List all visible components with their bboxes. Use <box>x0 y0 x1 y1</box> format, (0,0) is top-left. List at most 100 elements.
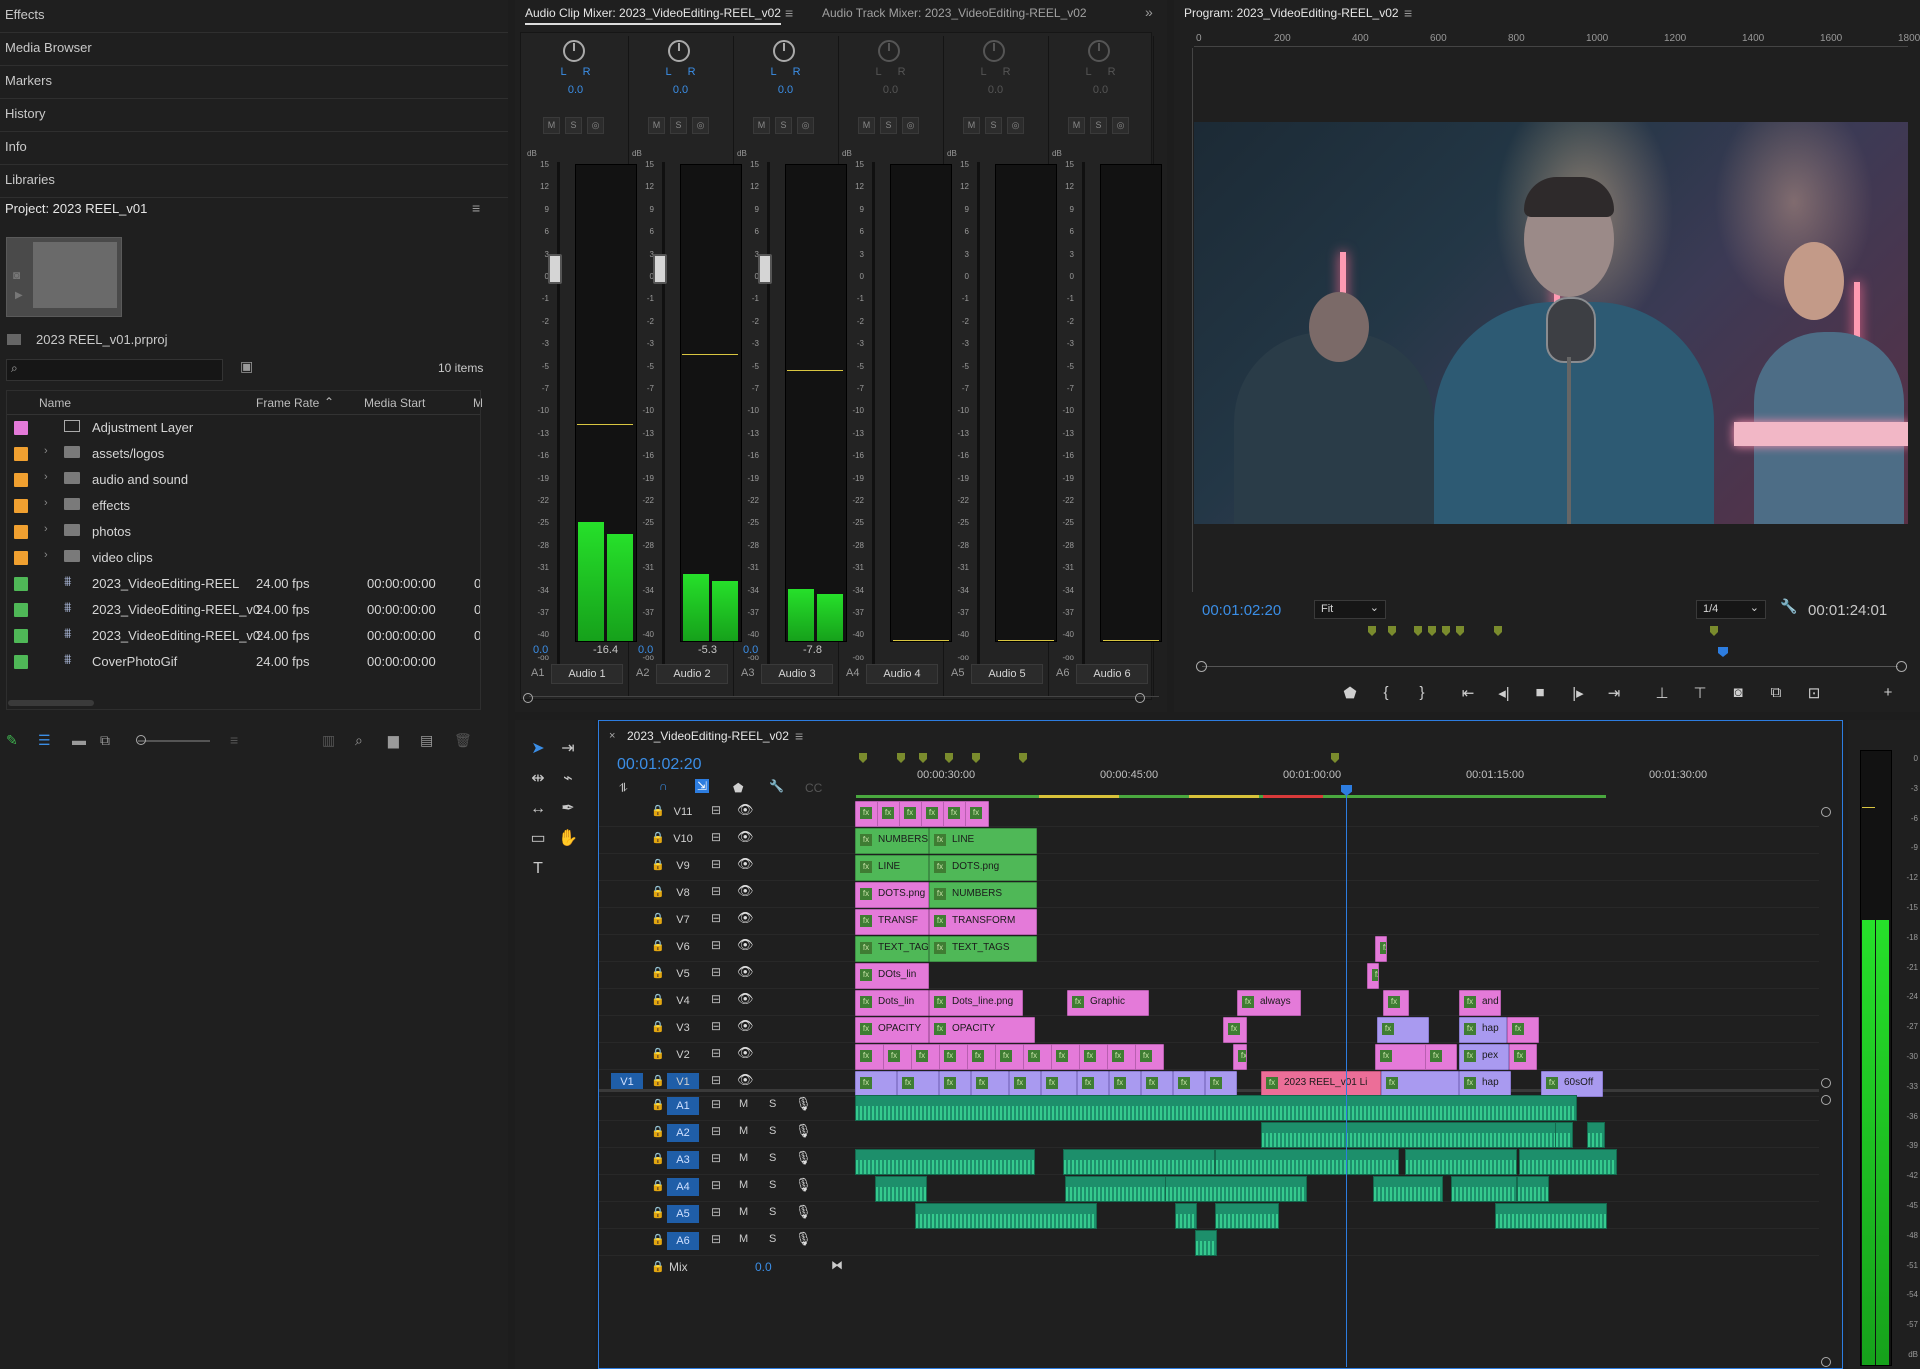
video-clip[interactable]: fx DOTS.png <box>855 882 929 908</box>
solo-track-button[interactable]: S <box>769 1233 776 1245</box>
video-clip[interactable]: fx hap <box>1459 1017 1507 1043</box>
channel-volume-value[interactable]: 0.0 <box>638 644 653 656</box>
solo-track-button[interactable]: S <box>769 1125 776 1137</box>
sequence-marker-icon[interactable] <box>1331 753 1339 763</box>
captions-icon[interactable]: CC <box>805 781 822 795</box>
fader-track[interactable] <box>767 162 770 678</box>
panel-menu-icon[interactable]: ≡ <box>785 5 793 21</box>
video-clip[interactable]: fx <box>1375 936 1387 962</box>
video-clip[interactable]: fx <box>1381 1071 1459 1097</box>
video-clip[interactable]: fx TRANSF <box>855 909 929 935</box>
mix-value[interactable]: 0.0 <box>755 1260 772 1274</box>
audio-clip[interactable] <box>1555 1122 1573 1148</box>
panel-menu-icon[interactable]: ≡ <box>1404 5 1412 21</box>
go-to-out-icon[interactable]: ⇥ <box>1600 684 1628 702</box>
pan-value[interactable]: 0.0 <box>1048 84 1153 96</box>
eye-icon[interactable]: 👁 <box>737 1045 754 1061</box>
audio-clip[interactable] <box>1451 1176 1517 1202</box>
track-label[interactable]: A2 <box>667 1124 699 1142</box>
mark-out-icon[interactable]: } <box>1408 684 1436 701</box>
find-icon[interactable]: ⌕ <box>355 732 363 749</box>
video-clip[interactable]: fx <box>1375 1044 1427 1070</box>
lock-icon[interactable]: 🔒 <box>651 966 665 979</box>
panel-tab-libraries[interactable]: Libraries <box>0 165 508 198</box>
video-clip[interactable]: fx Dots_lin <box>855 990 929 1016</box>
video-clip[interactable]: fx TEXT_TAGS <box>929 936 1037 962</box>
channel-volume-value[interactable]: 0.0 <box>743 644 758 656</box>
video-clip[interactable]: fx <box>855 1071 897 1097</box>
marker-icon[interactable] <box>1442 626 1450 636</box>
track-label[interactable]: A1 <box>667 1097 699 1115</box>
track-label[interactable]: V7 <box>667 911 699 929</box>
add-marker-icon[interactable]: ⬟ <box>1336 684 1364 702</box>
lock-icon[interactable]: 🔒 <box>651 1206 665 1219</box>
col-truncated[interactable]: M <box>473 396 483 410</box>
video-clip[interactable]: fx <box>1135 1044 1164 1070</box>
overflow-chevron-icon[interactable]: » <box>1145 4 1153 20</box>
sequence-marker-icon[interactable] <box>897 753 905 763</box>
stop-icon[interactable]: ■ <box>1526 684 1554 701</box>
sequence-tab[interactable]: 2023_VideoEditing-REEL_v02 <box>627 729 789 743</box>
video-clip[interactable]: fx <box>1023 1044 1052 1070</box>
new-item-icon[interactable]: ▤ <box>420 732 433 749</box>
sync-lock-icon[interactable]: ⊟ <box>711 911 721 925</box>
panel-tab-markers[interactable]: Markers <box>0 66 508 99</box>
list-item[interactable]: Adjustment Layer <box>6 415 481 441</box>
video-clip[interactable]: fx LINE <box>929 828 1037 854</box>
video-clip[interactable]: fx <box>1173 1071 1205 1097</box>
track-label[interactable]: A4 <box>667 1178 699 1196</box>
video-clip[interactable]: fx <box>855 801 879 827</box>
track-label[interactable]: V8 <box>667 884 699 902</box>
audio-clip[interactable] <box>1517 1176 1549 1202</box>
keyframe-button[interactable]: ◎ <box>902 117 919 134</box>
lock-icon[interactable]: 🔒 <box>651 1260 665 1273</box>
solo-button[interactable]: S <box>775 117 792 134</box>
mixer-scrollbar[interactable] <box>529 696 1159 703</box>
audio-clip[interactable] <box>1587 1122 1605 1148</box>
fader-track[interactable] <box>557 162 560 678</box>
solo-button[interactable]: S <box>565 117 582 134</box>
video-clip[interactable]: fx <box>1377 1017 1429 1043</box>
pan-knob-icon[interactable] <box>668 40 690 62</box>
marker-icon[interactable] <box>1368 626 1376 636</box>
video-clip[interactable]: fx <box>1009 1071 1041 1097</box>
video-clip[interactable]: fx <box>1425 1044 1457 1070</box>
panel-tab-info[interactable]: Info <box>0 132 508 165</box>
eye-icon[interactable]: 👁 <box>737 1018 754 1034</box>
track-label[interactable]: V2 <box>667 1046 699 1064</box>
eye-icon[interactable]: 👁 <box>737 829 754 845</box>
list-item[interactable]: › audio and sound <box>6 467 481 493</box>
sync-lock-icon[interactable]: ⊟ <box>711 830 721 844</box>
audio-clip[interactable] <box>1215 1203 1279 1229</box>
list-item[interactable]: ⩩ 2023_VideoEditing-REEL_v0 24.00 fps 00… <box>6 597 481 623</box>
track-label[interactable]: A5 <box>667 1205 699 1223</box>
scrubber-start-handle[interactable] <box>1196 661 1207 672</box>
video-scroll-handle[interactable] <box>1821 807 1831 817</box>
video-clip[interactable]: fx and <box>1459 990 1501 1016</box>
keyframe-button[interactable]: ◎ <box>797 117 814 134</box>
video-clip[interactable]: fx <box>911 1044 940 1070</box>
track-label[interactable]: V6 <box>667 938 699 956</box>
mute-track-button[interactable]: M <box>739 1233 748 1245</box>
video-clip[interactable]: fx always <box>1237 990 1301 1016</box>
mute-track-button[interactable]: M <box>739 1125 748 1137</box>
video-clip[interactable]: fx <box>921 801 945 827</box>
mute-button[interactable]: M <box>963 117 980 134</box>
microphone-icon[interactable]: 🎙 <box>795 1204 812 1220</box>
video-track-header[interactable]: 🔒 V9 ⊟ 👁 <box>599 853 1819 881</box>
selection-tool-icon[interactable]: ➤ <box>525 736 551 762</box>
track-label[interactable]: V5 <box>667 965 699 983</box>
microphone-icon[interactable]: 🎙 <box>795 1096 812 1112</box>
panel-tab-effects[interactable]: Effects <box>0 0 508 33</box>
video-track-header[interactable]: 🔒 V8 ⊟ 👁 <box>599 880 1819 908</box>
marker-icon[interactable] <box>1428 626 1436 636</box>
freeform-view-icon[interactable]: ⧉ <box>100 732 110 749</box>
fader-track[interactable] <box>872 162 875 678</box>
lock-icon[interactable]: 🔒 <box>651 1233 665 1246</box>
scroll-handle-left[interactable] <box>523 693 533 703</box>
keyframe-button[interactable]: ◎ <box>587 117 604 134</box>
lock-icon[interactable]: 🔒 <box>651 939 665 952</box>
pan-value[interactable]: 0.0 <box>628 84 733 96</box>
audio-track-header[interactable]: 🔒 A5 ⊟ M S 🎙 <box>599 1201 1819 1229</box>
mute-track-button[interactable]: M <box>739 1179 748 1191</box>
